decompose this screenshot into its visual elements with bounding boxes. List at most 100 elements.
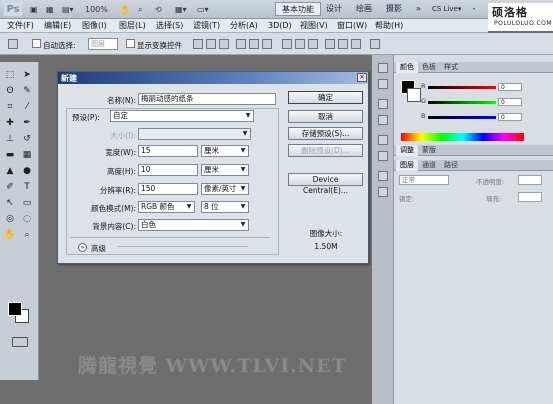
align-vcenter-icon[interactable] [206,39,216,49]
tab-channels[interactable]: 通道 [418,160,440,171]
menu-3d[interactable]: 3D(D) [268,21,292,31]
hand-tool-icon-2[interactable]: ✋ [4,230,16,241]
eraser-tool-icon[interactable]: ▬ [4,150,16,161]
tab-styles[interactable]: 样式 [440,62,462,73]
arrange-documents-icon[interactable]: ▦▾ [175,4,187,15]
distribute-hcenter-icon[interactable] [338,39,348,49]
distribute-left-icon[interactable] [325,39,335,49]
width-input[interactable]: 15 [138,145,198,157]
healing-brush-icon[interactable]: ✚ [4,118,16,129]
menu-filter[interactable]: 滤镜(T) [193,21,220,31]
distribute-right-icon[interactable] [351,39,361,49]
name-input[interactable]: 梅丽动感的纸条 [138,93,276,105]
resolution-input[interactable]: 150 [138,183,198,195]
menu-image[interactable]: 图像(I) [82,21,107,31]
width-unit-dropdown[interactable]: 厘米 ▼ [201,145,249,157]
eyedropper-tool-icon[interactable]: ⁄ [21,102,33,113]
character-panel-icon[interactable] [378,99,388,109]
tab-masks[interactable]: 蒙版 [418,145,440,156]
crop-tool-icon[interactable]: ⌗ [4,102,16,113]
fill-field[interactable] [518,192,542,202]
brush-tool-icon[interactable]: ✒ [21,118,33,129]
bridge-icon[interactable]: ▣ [30,4,38,15]
marquee-tool-icon[interactable]: ⬚ [4,70,16,81]
resolution-unit-dropdown[interactable]: 像素/英寸 ▼ [201,183,249,195]
auto-align-icon[interactable] [370,39,380,49]
color-spectrum-bar[interactable] [401,133,524,141]
shape-tool-icon[interactable]: ▭ [21,198,33,209]
minimize-button[interactable]: - [468,3,480,14]
red-slider[interactable] [428,86,496,89]
screen-mode-icon[interactable]: ▭▾ [197,4,209,15]
tab-adjustments[interactable]: 调整 [396,145,418,156]
menu-layer[interactable]: 图层(L) [119,21,146,31]
blue-value[interactable]: 0 [498,113,522,121]
red-value[interactable]: 0 [498,83,522,91]
gradient-tool-icon[interactable]: ▦ [21,150,33,161]
pen-tool-icon[interactable]: ✐ [4,182,16,193]
cs-live-button[interactable]: CS Live▾ [432,3,461,16]
zoom-display[interactable]: 100% [85,4,108,15]
actions-panel-icon[interactable] [378,79,388,89]
ok-button[interactable]: 确定 [288,91,363,104]
menu-edit[interactable]: 编辑(E) [44,21,71,31]
workspace-more-button[interactable]: » [410,2,427,16]
height-input[interactable]: 10 [138,164,198,176]
menu-help[interactable]: 帮助(H) [375,21,403,31]
align-bottom-icon[interactable] [219,39,229,49]
align-left-icon[interactable] [236,39,246,49]
height-unit-dropdown[interactable]: 厘米 ▼ [201,164,249,176]
3d-rotate-icon[interactable]: ◎ [4,214,16,225]
distribute-top-icon[interactable] [282,39,292,49]
menu-window[interactable]: 窗口(W) [337,21,367,31]
background-dropdown[interactable]: 白色 ▼ [138,219,249,231]
clone-source-panel-icon[interactable] [378,151,388,161]
menu-file[interactable]: 文件(F) [7,21,34,31]
dodge-tool-icon[interactable]: ● [21,166,33,177]
align-top-icon[interactable] [193,39,203,49]
workspace-tab-design[interactable]: 设计 [320,2,348,16]
quick-select-tool-icon[interactable]: ✎ [21,86,33,97]
align-hcenter-icon[interactable] [249,39,259,49]
clone-stamp-icon[interactable]: ⊥ [4,134,16,145]
lasso-tool-icon[interactable]: ʘ [4,86,16,97]
size-dropdown[interactable]: ▼ [138,128,251,140]
zoom-tool-icon-2[interactable]: ⌕ [21,230,33,241]
paragraph-panel-icon[interactable] [378,115,388,125]
3d-orbit-icon[interactable]: ◌ [21,214,33,225]
workspace-tab-painting[interactable]: 绘画 [350,2,378,16]
tab-swatches[interactable]: 色板 [418,62,440,73]
path-select-icon[interactable]: ↖ [4,198,16,209]
zoom-tool-icon[interactable]: ⌕ [138,4,142,15]
dialog-close-button[interactable]: × [357,73,367,82]
show-transform-checkbox[interactable] [126,39,135,48]
foreground-color-swatch[interactable] [8,302,22,316]
3d-panel-icon[interactable] [378,171,388,181]
align-right-icon[interactable] [262,39,272,49]
rotate-view-icon[interactable]: ⟲ [155,4,162,15]
save-preset-button[interactable]: 存储预设(S)... [288,127,363,140]
workspace-tab-photography[interactable]: 摄影 [380,2,408,16]
auto-select-dropdown[interactable]: 图层 [88,38,118,50]
bitdepth-dropdown[interactable]: 8 位 ▼ [201,201,249,213]
menu-analysis[interactable]: 分析(A) [230,21,258,31]
measurement-panel-icon[interactable] [378,187,388,197]
menu-select[interactable]: 选择(S) [156,21,183,31]
green-value[interactable]: 0 [498,98,522,106]
minibridge-icon[interactable]: ▦ [46,4,54,15]
brush-panel-icon[interactable] [378,135,388,145]
color-panel-bg-swatch[interactable] [407,88,421,102]
delete-preset-button[interactable]: 删除预设(D)... [288,144,363,157]
tab-paths[interactable]: 路径 [440,160,462,171]
colormode-dropdown[interactable]: RGB 颜色 ▼ [138,201,195,213]
advanced-toggle-icon[interactable]: » [78,243,87,252]
device-central-button[interactable]: Device Central(E)... [288,173,363,195]
blue-slider[interactable] [428,116,496,119]
tab-layers[interactable]: 图层 [396,160,418,171]
blur-tool-icon[interactable]: ▲ [4,166,16,177]
preset-dropdown[interactable]: 自定 ▼ [110,110,254,122]
green-slider[interactable] [428,101,496,104]
opacity-field[interactable] [518,175,542,185]
tab-color[interactable]: 颜色 [396,62,418,73]
distribute-bottom-icon[interactable] [308,39,318,49]
